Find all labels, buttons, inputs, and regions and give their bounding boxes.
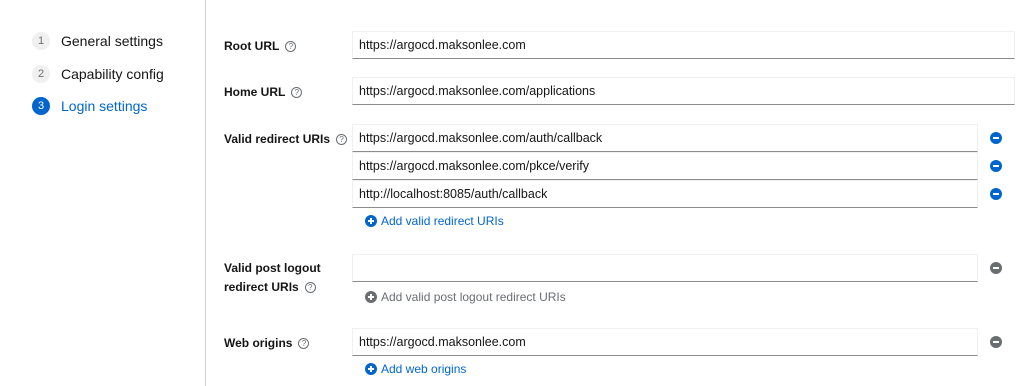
home-url-input[interactable]: https://argocd.maksonlee.com/application… bbox=[352, 77, 1015, 105]
wizard-step-capability-config[interactable]: 2 Capability config bbox=[32, 65, 164, 83]
add-web-origins-button[interactable]: Add web origins bbox=[365, 362, 466, 376]
wizard-nav: 1 General settings 2 Capability config 3… bbox=[0, 0, 206, 386]
add-post-logout-label: Add valid post logout redirect URIs bbox=[381, 290, 566, 304]
root-url-input[interactable]: https://argocd.maksonlee.com bbox=[352, 31, 1015, 59]
help-icon[interactable]: ? bbox=[298, 338, 310, 350]
plus-circle-icon bbox=[365, 363, 377, 375]
help-icon[interactable]: ? bbox=[291, 87, 303, 99]
valid-redirect-input-3[interactable]: http://localhost:8085/auth/callback bbox=[352, 180, 978, 208]
step-number: 2 bbox=[32, 65, 50, 83]
home-url-label: Home URL? bbox=[224, 81, 303, 103]
remove-redirect-uri-3-icon[interactable] bbox=[990, 188, 1002, 200]
add-post-logout-button[interactable]: Add valid post logout redirect URIs bbox=[365, 290, 566, 304]
valid-redirect-input-1[interactable]: https://argocd.maksonlee.com/auth/callba… bbox=[352, 124, 978, 152]
web-origins-input[interactable]: https://argocd.maksonlee.com bbox=[352, 328, 978, 356]
add-valid-redirect-label: Add valid redirect URIs bbox=[381, 214, 504, 228]
root-url-label: Root URL? bbox=[224, 35, 297, 57]
valid-redirect-input-2[interactable]: https://argocd.maksonlee.com/pkce/verify bbox=[352, 152, 978, 180]
help-icon[interactable]: ? bbox=[304, 282, 316, 294]
post-logout-input[interactable] bbox=[352, 254, 978, 282]
wizard-step-login-settings[interactable]: 3 Login settings bbox=[32, 97, 147, 115]
valid-redirect-label-text: Valid redirect URIs bbox=[224, 132, 331, 146]
web-origins-label-text: Web origins bbox=[224, 336, 293, 350]
step-number: 1 bbox=[32, 32, 50, 50]
post-logout-label-line1: Valid post logout bbox=[224, 261, 321, 275]
remove-redirect-uri-2-icon[interactable] bbox=[990, 160, 1002, 172]
remove-web-origin-icon[interactable] bbox=[990, 336, 1002, 348]
web-origins-label: Web origins? bbox=[224, 332, 310, 354]
step-label: General settings bbox=[61, 33, 163, 49]
plus-circle-icon bbox=[365, 291, 377, 303]
root-url-label-text: Root URL bbox=[224, 39, 280, 53]
step-label: Login settings bbox=[61, 98, 148, 114]
step-number: 3 bbox=[32, 97, 50, 115]
post-logout-label-line2: redirect URIs bbox=[224, 280, 299, 294]
valid-redirect-label: Valid redirect URIs? bbox=[224, 128, 348, 150]
plus-circle-icon bbox=[365, 215, 377, 227]
help-icon[interactable]: ? bbox=[336, 134, 348, 146]
remove-post-logout-uri-icon[interactable] bbox=[990, 262, 1002, 274]
home-url-label-text: Home URL bbox=[224, 85, 286, 99]
wizard-step-general-settings[interactable]: 1 General settings bbox=[32, 32, 163, 50]
add-web-origins-label: Add web origins bbox=[381, 362, 467, 376]
help-icon[interactable]: ? bbox=[285, 41, 297, 53]
remove-redirect-uri-1-icon[interactable] bbox=[990, 132, 1002, 144]
step-label: Capability config bbox=[61, 66, 164, 82]
add-valid-redirect-button[interactable]: Add valid redirect URIs bbox=[365, 214, 504, 228]
post-logout-label-second-line: redirect URIs? bbox=[224, 276, 316, 298]
